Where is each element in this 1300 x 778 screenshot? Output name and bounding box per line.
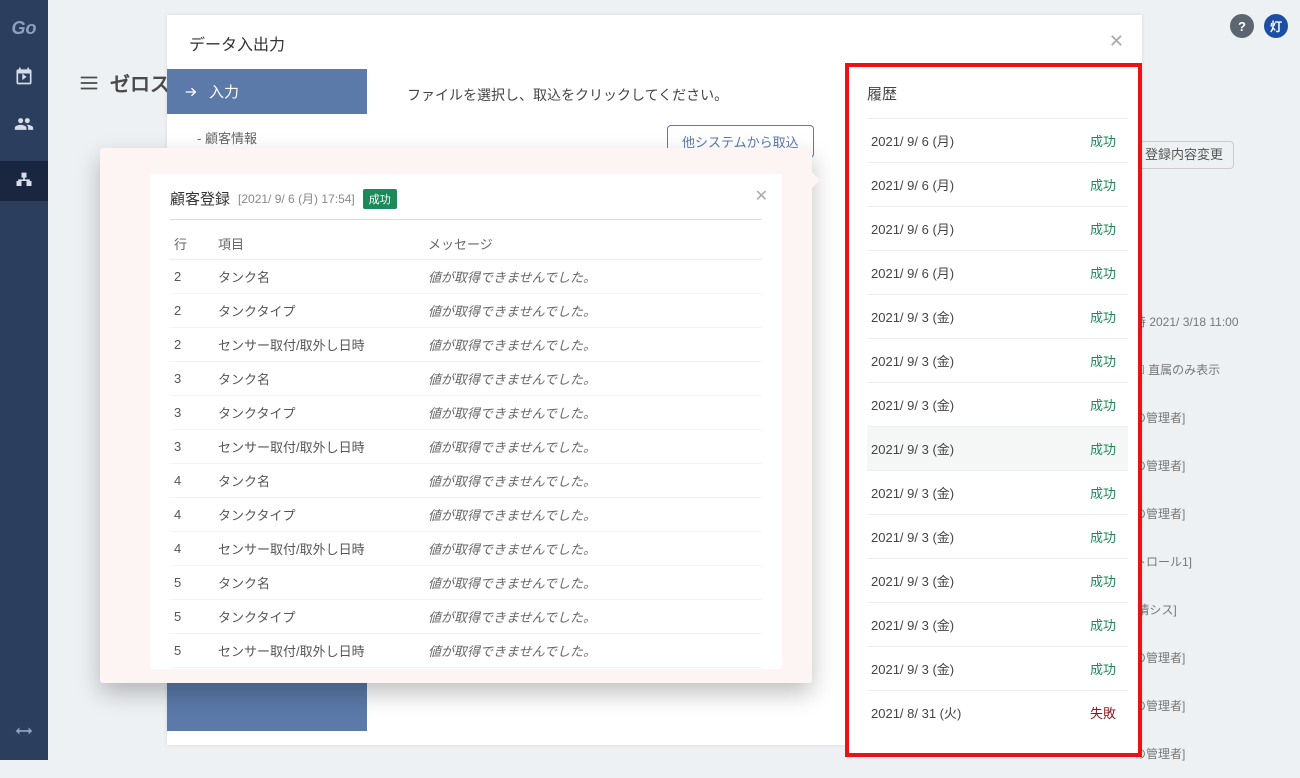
table-row: 4タンク名値が取得できませんでした。 — [170, 464, 762, 498]
help-button[interactable]: ? — [1230, 14, 1254, 38]
history-row[interactable]: 2021/ 9/ 6 (月) 成功 — [867, 206, 1128, 250]
col-row: 行 — [170, 228, 214, 260]
table-row: 4タンクタイプ値が取得できませんでした。 — [170, 498, 762, 532]
popup-title: 顧客登録 — [170, 188, 230, 209]
history-row[interactable]: 2021/ 9/ 3 (金) 成功 — [867, 558, 1128, 602]
table-row: 2タンク名値が取得できませんでした。 — [170, 260, 762, 294]
history-status: 成功 — [1090, 351, 1116, 370]
users-icon[interactable] — [13, 113, 35, 135]
history-date: 2021/ 9/ 3 (金) — [871, 659, 954, 678]
blue-strip — [167, 675, 367, 731]
history-date: 2021/ 9/ 3 (金) — [871, 351, 954, 370]
table-row: 6タンク名値が取得できませんでした。 — [170, 668, 762, 670]
history-row[interactable]: 2021/ 8/ 31 (火) 失敗 — [867, 690, 1128, 734]
history-status: 成功 — [1090, 659, 1116, 678]
bg-row: の管理者] — [1134, 682, 1254, 730]
table-row: 2タンクタイプ値が取得できませんでした。 — [170, 294, 762, 328]
table-row: 5タンクタイプ値が取得できませんでした。 — [170, 600, 762, 634]
error-table: 行 項目 メッセージ 2タンク名値が取得できませんでした。2タンクタイプ値が取得… — [170, 228, 762, 669]
table-row: 3タンクタイプ値が取得できませんでした。 — [170, 396, 762, 430]
history-row[interactable]: 2021/ 9/ 3 (金) 成功 — [867, 382, 1128, 426]
instruction-text: ファイルを選択し、取込をクリックしてください。 — [407, 85, 728, 105]
bg-datetime: 時 2021/ 3/18 11:00 — [1134, 298, 1254, 346]
bg-right: 登録内容変更 時 2021/ 3/18 11:00 ☐ 直属のみ表示 の管理者]… — [1134, 130, 1254, 778]
history-date: 2021/ 9/ 6 (月) — [871, 219, 954, 238]
bg-row: の管理者] — [1134, 442, 1254, 490]
table-row: 5タンク名値が取得できませんでした。 — [170, 566, 762, 600]
history-status: 成功 — [1090, 527, 1116, 546]
detail-popup: ✕ 顧客登録 [2021/ 9/ 6 (月) 17:54] 成功 行 項目 メッ… — [100, 148, 812, 683]
page-title: ゼロス — [110, 68, 170, 97]
history-row[interactable]: 2021/ 9/ 3 (金) 成功 — [867, 426, 1128, 470]
history-status: 失敗 — [1090, 703, 1116, 722]
bg-row: の管理者] — [1134, 394, 1254, 442]
modal-title: データ入出力 ✕ — [167, 15, 1142, 69]
col-msg: メッセージ — [424, 228, 762, 260]
history-date: 2021/ 9/ 6 (月) — [871, 131, 954, 150]
change-button[interactable]: 登録内容変更 — [1134, 141, 1234, 169]
history-date: 2021/ 9/ 3 (金) — [871, 307, 954, 326]
history-date: 2021/ 9/ 3 (金) — [871, 439, 954, 458]
history-row[interactable]: 2021/ 9/ 3 (金) 成功 — [867, 602, 1128, 646]
page-header: ゼロス — [78, 68, 170, 97]
history-panel: 履歴 2021/ 9/ 6 (月)成功2021/ 9/ 6 (月)成功2021/… — [845, 63, 1142, 757]
col-item: 項目 — [214, 228, 424, 260]
history-date: 2021/ 9/ 3 (金) — [871, 527, 954, 546]
swap-icon[interactable] — [13, 720, 35, 742]
status-badge: 成功 — [363, 189, 397, 209]
history-status: 成功 — [1090, 307, 1116, 326]
history-row[interactable]: 2021/ 9/ 3 (金) 成功 — [867, 470, 1128, 514]
table-row: 4センサー取付/取外し日時値が取得できませんでした。 — [170, 532, 762, 566]
history-date: 2021/ 9/ 6 (月) — [871, 175, 954, 194]
bg-row: の管理者] — [1134, 730, 1254, 778]
bg-row: [情シス] — [1134, 586, 1254, 634]
topright: ? 灯 — [1230, 14, 1288, 38]
popup-close-icon[interactable]: ✕ — [755, 186, 768, 206]
hierarchy-icon[interactable] — [0, 161, 48, 201]
table-row: 3センサー取付/取外し日時値が取得できませんでした。 — [170, 430, 762, 464]
history-date: 2021/ 8/ 31 (火) — [871, 703, 961, 722]
history-row[interactable]: 2021/ 9/ 6 (月) 成功 — [867, 250, 1128, 294]
history-date: 2021/ 9/ 3 (金) — [871, 483, 954, 502]
history-status: 成功 — [1090, 175, 1116, 194]
history-date: 2021/ 9/ 3 (金) — [871, 395, 954, 414]
table-row: 3タンク名値が取得できませんでした。 — [170, 362, 762, 396]
popup-datetime: [2021/ 9/ 6 (月) 17:54] — [238, 190, 355, 207]
modal-close-icon[interactable]: ✕ — [1109, 31, 1124, 52]
history-row[interactable]: 2021/ 9/ 6 (月) 成功 — [867, 118, 1128, 162]
history-status: 成功 — [1090, 131, 1116, 150]
popup-header: 顧客登録 [2021/ 9/ 6 (月) 17:54] 成功 — [170, 188, 762, 220]
history-row[interactable]: 2021/ 9/ 6 (月) 成功 — [867, 162, 1128, 206]
history-status: 成功 — [1090, 263, 1116, 282]
history-status: 成功 — [1090, 395, 1116, 414]
history-date: 2021/ 9/ 3 (金) — [871, 571, 954, 590]
list-icon — [78, 72, 100, 94]
user-avatar[interactable]: 灯 — [1264, 14, 1288, 38]
input-tab[interactable]: 入力 — [167, 69, 367, 114]
bg-row: の管理者] — [1134, 634, 1254, 682]
calendar-icon[interactable] — [13, 65, 35, 87]
history-status: 成功 — [1090, 615, 1116, 634]
history-status: 成功 — [1090, 571, 1116, 590]
bg-row: の管理者] — [1134, 490, 1254, 538]
bg-direct: ☐ 直属のみ表示 — [1134, 346, 1254, 394]
table-row: 5センサー取付/取外し日時値が取得できませんでした。 — [170, 634, 762, 668]
history-date: 2021/ 9/ 3 (金) — [871, 615, 954, 634]
table-row: 2センサー取付/取外し日時値が取得できませんでした。 — [170, 328, 762, 362]
history-status: 成功 — [1090, 219, 1116, 238]
history-date: 2021/ 9/ 6 (月) — [871, 263, 954, 282]
history-status: 成功 — [1090, 439, 1116, 458]
bg-row: トロール1] — [1134, 538, 1254, 586]
logo: Go — [12, 18, 37, 39]
arrow-right-icon — [183, 84, 199, 100]
history-status: 成功 — [1090, 483, 1116, 502]
sidebar: Go — [0, 0, 48, 760]
history-row[interactable]: 2021/ 9/ 3 (金) 成功 — [867, 294, 1128, 338]
history-row[interactable]: 2021/ 9/ 3 (金) 成功 — [867, 646, 1128, 690]
history-row[interactable]: 2021/ 9/ 3 (金) 成功 — [867, 338, 1128, 382]
history-row[interactable]: 2021/ 9/ 3 (金) 成功 — [867, 514, 1128, 558]
history-title: 履歴 — [867, 83, 1128, 104]
